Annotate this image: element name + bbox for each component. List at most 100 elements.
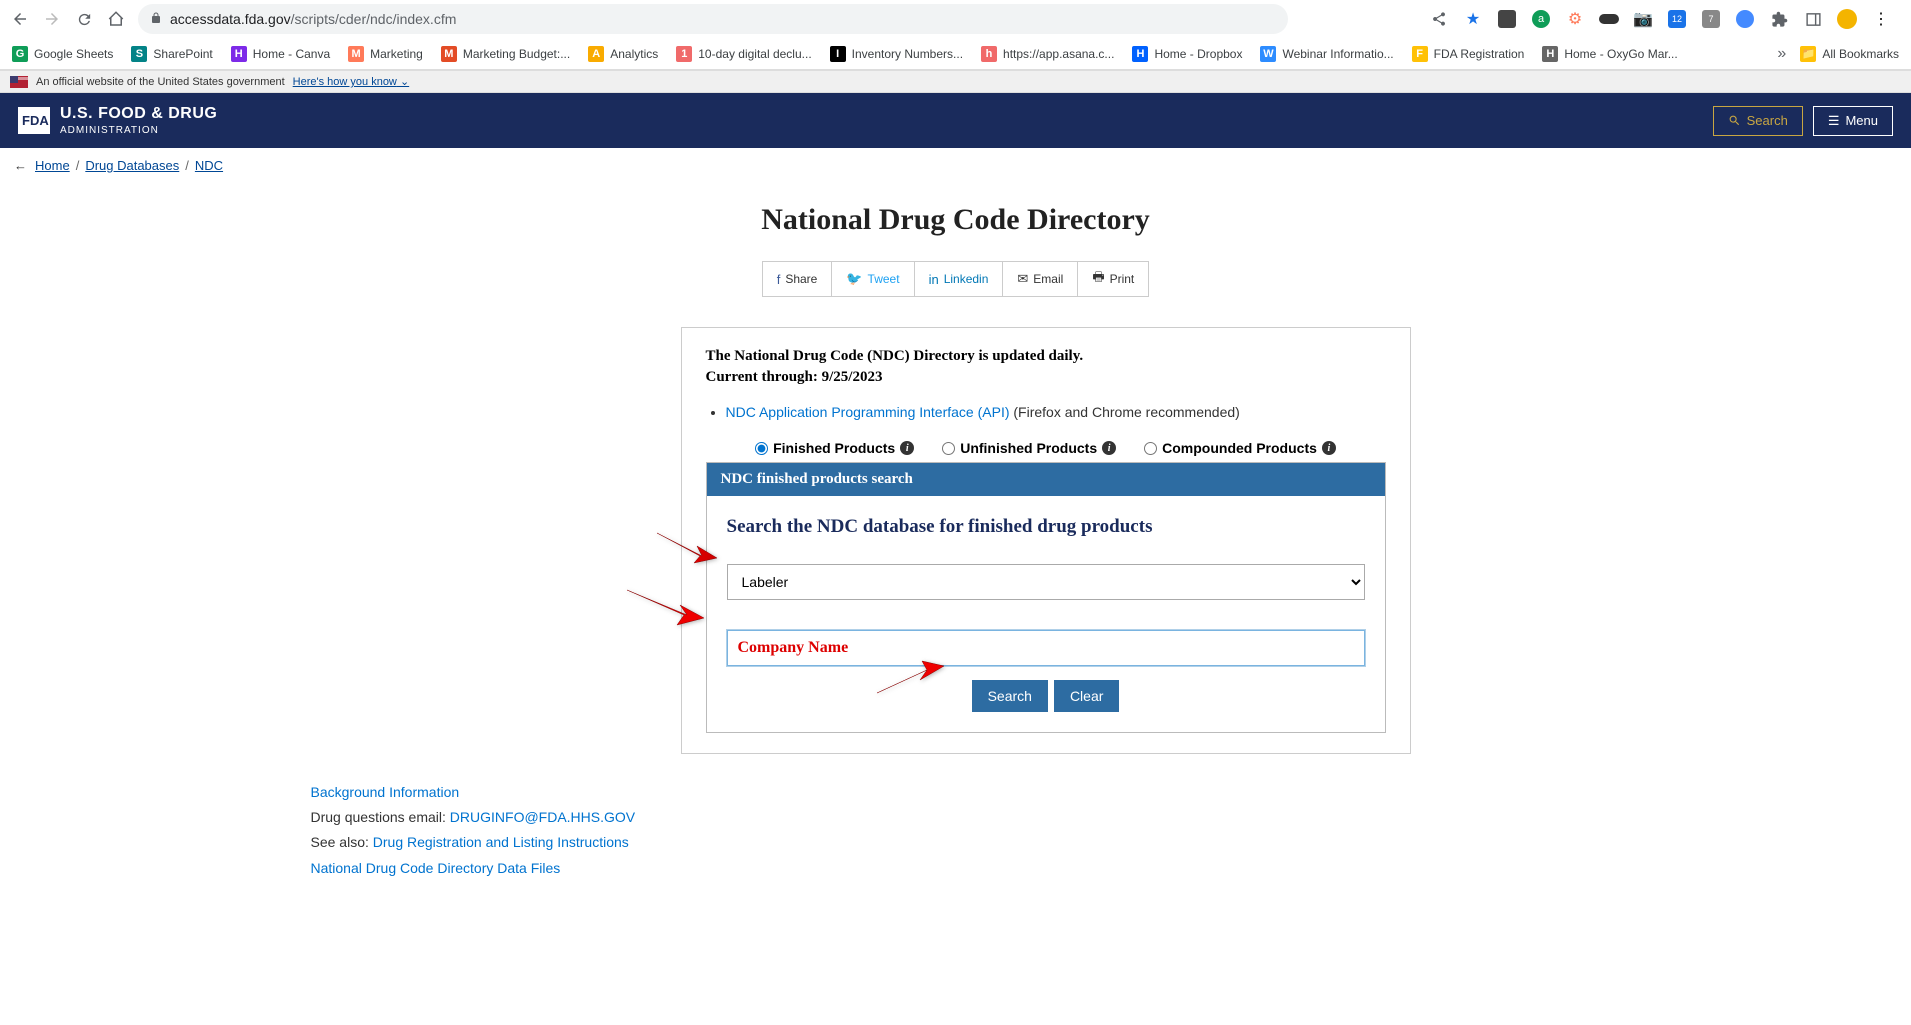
reload-button[interactable] (74, 9, 94, 29)
ext-icon-3[interactable]: ⚙ (1565, 9, 1585, 29)
api-note: (Firefox and Chrome recommended) (1013, 404, 1239, 420)
ext-icon-6[interactable]: 12 (1667, 9, 1687, 29)
print-button[interactable]: 🖶Print (1078, 261, 1149, 297)
bookmark-item[interactable]: hhttps://app.asana.c... (981, 46, 1114, 62)
bookmark-item[interactable]: 110-day digital declu... (676, 46, 811, 62)
breadcrumb-drugdb[interactable]: Drug Databases (85, 158, 179, 173)
radio-compounded[interactable]: Compounded Products i (1144, 440, 1336, 456)
api-list: NDC Application Programming Interface (A… (726, 404, 1386, 420)
tweet-button[interactable]: 🐦Tweet (832, 261, 914, 297)
profile-icon[interactable] (1837, 9, 1857, 29)
bookmark-label: Webinar Informatio... (1282, 47, 1393, 61)
bookmark-item[interactable]: S SharePoint (131, 46, 212, 62)
star-icon[interactable]: ★ (1463, 9, 1483, 29)
drug-q-label: Drug questions email: (311, 809, 450, 825)
ext-icon-2[interactable]: a (1531, 9, 1551, 29)
menu-icon[interactable]: ⋮ (1871, 9, 1891, 29)
annotation-arrow-2 (622, 585, 712, 630)
address-bar[interactable]: accessdata.fda.gov/scripts/cder/ndc/inde… (138, 4, 1288, 34)
bookmark-label: FDA Registration (1434, 47, 1525, 61)
info-icon[interactable]: i (1322, 441, 1336, 455)
background-info-link[interactable]: Background Information (311, 784, 460, 800)
ext-icon-1[interactable] (1497, 9, 1517, 29)
search-type-select[interactable]: Labeler (727, 564, 1365, 600)
radio-finished[interactable]: Finished Products i (755, 440, 914, 456)
bookmark-item[interactable]: G Google Sheets (12, 46, 113, 62)
email-button[interactable]: ✉Email (1003, 261, 1078, 297)
bookmark-favicon: H (1132, 46, 1148, 62)
search-text-input[interactable] (727, 630, 1365, 666)
bookmark-label: Inventory Numbers... (852, 47, 963, 61)
back-button[interactable] (10, 9, 30, 29)
ext-icon-5[interactable]: 📷 (1633, 9, 1653, 29)
bookmark-label: SharePoint (153, 47, 212, 61)
bookmark-label: 10-day digital declu... (698, 47, 811, 61)
flag-icon (10, 76, 28, 88)
bookmark-favicon: M (348, 46, 364, 62)
info-icon[interactable]: i (900, 441, 914, 455)
bookmark-label: Home - Canva (253, 47, 330, 61)
content-box: The National Drug Code (NDC) Directory i… (681, 327, 1411, 754)
bookmark-label: Home - OxyGo Mar... (1564, 47, 1677, 61)
linkedin-button[interactable]: inLinkedin (915, 261, 1004, 297)
bookmark-item[interactable]: MMarketing Budget:... (441, 46, 570, 62)
social-buttons: fShare 🐦Tweet inLinkedin ✉Email 🖶Print (501, 261, 1411, 297)
home-button[interactable] (106, 9, 126, 29)
page-title: National Drug Code Directory (501, 203, 1411, 237)
see-also-label: See also: (311, 834, 373, 850)
lock-icon (150, 12, 162, 27)
info-icon[interactable]: i (1102, 441, 1116, 455)
share-icon[interactable] (1429, 9, 1449, 29)
fda-menu-button[interactable]: ☰ Menu (1813, 106, 1893, 136)
bookmark-label: Google Sheets (34, 47, 113, 61)
gov-banner-link[interactable]: Here's how you know ⌄ (293, 75, 410, 88)
dril-link[interactable]: Drug Registration and Listing Instructio… (373, 834, 629, 850)
api-link[interactable]: NDC Application Programming Interface (A… (726, 404, 1010, 420)
gov-banner: An official website of the United States… (0, 71, 1911, 93)
update-line: The National Drug Code (NDC) Directory i… (706, 348, 1386, 365)
bookmark-favicon: M (441, 46, 457, 62)
bookmark-favicon: F (1412, 46, 1428, 62)
bookmarks-bar: GGoogle SheetsSSharePointHHome - CanvaMM… (0, 38, 1911, 70)
clear-button[interactable]: Clear (1054, 680, 1119, 712)
radio-unfinished[interactable]: Unfinished Products i (942, 440, 1116, 456)
chrome-actions: ★ a ⚙ 📷 12 7 ⋮ (1429, 9, 1901, 29)
bookmark-favicon: S (131, 46, 147, 62)
ext-icon-4[interactable] (1599, 9, 1619, 29)
drug-q-email[interactable]: DRUGINFO@FDA.HHS.GOV (450, 809, 635, 825)
bookmark-item[interactable]: HHome - OxyGo Mar... (1542, 46, 1677, 62)
sidepanel-icon[interactable] (1803, 9, 1823, 29)
page-viewport[interactable]: An official website of the United States… (0, 71, 1911, 1025)
bookmark-favicon: h (981, 46, 997, 62)
current-line: Current through: 9/25/2023 (706, 369, 1386, 386)
breadcrumb-ndc[interactable]: NDC (195, 158, 223, 173)
all-bookmarks[interactable]: 📁 All Bookmarks (1800, 46, 1899, 62)
bookmark-label: Marketing (370, 47, 423, 61)
main-content: National Drug Code Directory fShare 🐦Twe… (481, 183, 1431, 901)
forward-button[interactable] (42, 9, 62, 29)
bookmark-item[interactable]: M Marketing (348, 46, 423, 62)
footer-links: Background Information Drug questions em… (311, 780, 1411, 881)
bookmarks-overflow[interactable]: » (1777, 45, 1786, 63)
bookmark-favicon: I (830, 46, 846, 62)
bookmark-item[interactable]: F FDA Registration (1412, 46, 1525, 62)
share-button[interactable]: fShare (762, 261, 833, 297)
bookmark-item[interactable]: AAnalytics (588, 46, 658, 62)
bookmark-item[interactable]: W Webinar Informatio... (1260, 46, 1393, 62)
fda-search-button[interactable]: Search (1713, 106, 1803, 136)
search-button[interactable]: Search (972, 680, 1048, 712)
bookmark-item[interactable]: H Home - Canva (231, 46, 330, 62)
fda-logo[interactable]: FDA U.S. FOOD & DRUG ADMINISTRATION (18, 105, 217, 136)
ext-icon-8[interactable] (1735, 9, 1755, 29)
bookmark-favicon: A (588, 46, 604, 62)
bookmark-item[interactable]: I Inventory Numbers... (830, 46, 963, 62)
bookmark-favicon: W (1260, 46, 1276, 62)
bookmark-favicon: G (12, 46, 28, 62)
gov-banner-text: An official website of the United States… (36, 76, 285, 88)
breadcrumb-home[interactable]: Home (35, 158, 70, 173)
bookmark-favicon: H (231, 46, 247, 62)
ext-icon-7[interactable]: 7 (1701, 9, 1721, 29)
bookmark-item[interactable]: HHome - Dropbox (1132, 46, 1242, 62)
data-files-link[interactable]: National Drug Code Directory Data Files (311, 860, 561, 876)
extensions-icon[interactable] (1769, 9, 1789, 29)
